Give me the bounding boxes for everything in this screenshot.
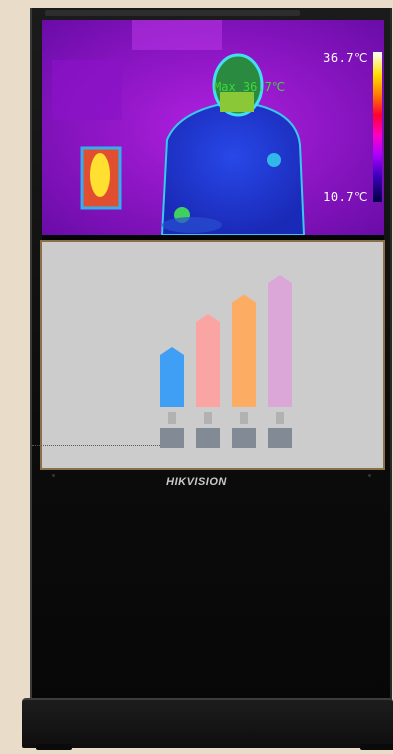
kiosk-base: [22, 698, 393, 748]
bar-sublabel: [240, 412, 248, 424]
temperature-color-scale: [373, 52, 382, 202]
bar-base-box: [160, 428, 184, 448]
kiosk-foot: [36, 744, 72, 750]
arrow-bar: [232, 294, 256, 407]
infographic-bars: [160, 275, 292, 448]
bar-base-box: [268, 428, 292, 448]
brand-logo: HIKVISION: [166, 476, 227, 488]
bar-base-box: [196, 428, 220, 448]
bar-sublabel: [204, 412, 212, 424]
bar-sublabel: [168, 412, 176, 424]
dotted-leader-line: [32, 445, 160, 446]
bar-sublabel: [276, 412, 284, 424]
max-temperature-readout: Max 36.7℃: [214, 80, 286, 94]
bar-base-box: [232, 428, 256, 448]
arrow-bar: [196, 314, 220, 407]
kiosk-foot: [360, 744, 393, 750]
bezel-slit: [45, 10, 300, 16]
arrow-bar: [160, 347, 184, 407]
min-temperature-label: 10.7℃: [323, 190, 368, 204]
max-temperature-label: 36.7℃: [323, 51, 368, 65]
infographic-panel: [40, 240, 385, 470]
thermal-camera-screen: 36.7℃ 10.7℃ Max 36.7℃: [42, 20, 384, 235]
arrow-bar: [268, 275, 292, 407]
